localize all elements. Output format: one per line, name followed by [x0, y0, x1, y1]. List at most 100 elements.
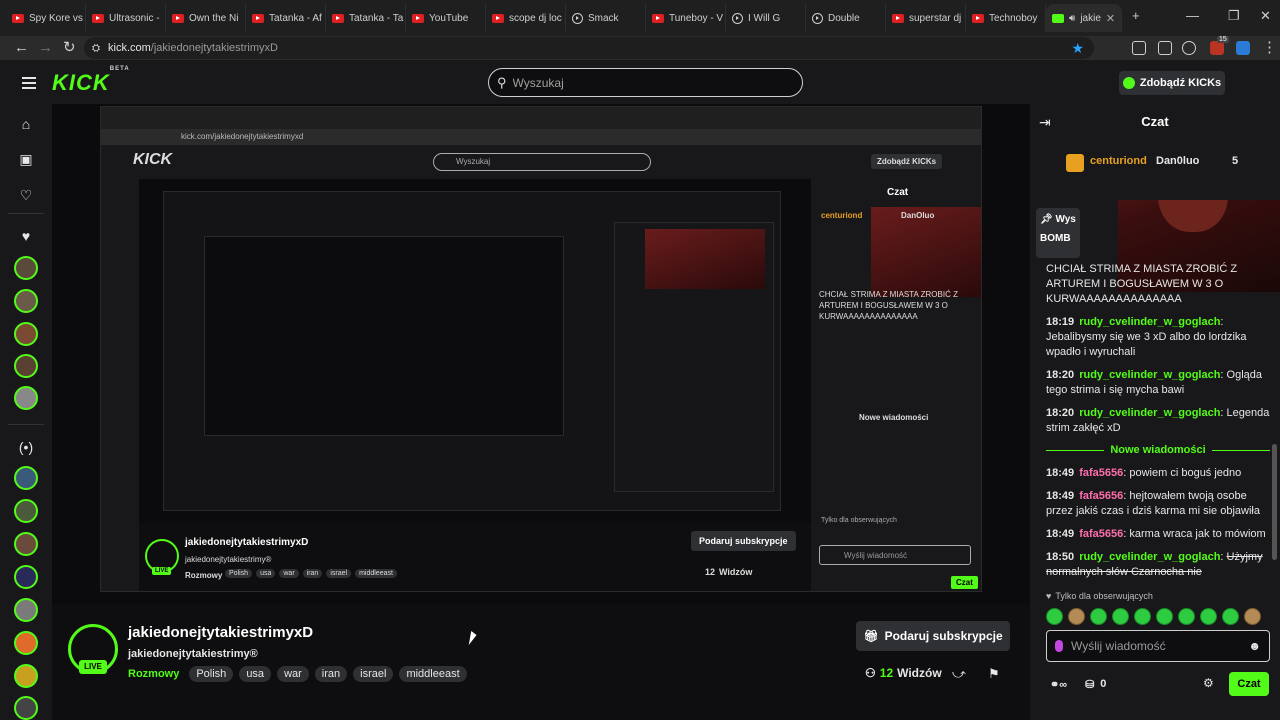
channel-name[interactable]: jakiedonejtytakiestrimyxD [128, 624, 313, 641]
profile-icon[interactable] [1236, 41, 1250, 55]
category-link[interactable]: Rozmowy [128, 668, 179, 680]
share-icon[interactable]: ⤻ [952, 666, 966, 682]
followed-channel-avatar[interactable] [14, 322, 38, 346]
browser-tab[interactable]: Tatanka - Af [246, 4, 326, 32]
new-messages-divider[interactable]: Nowe wiadomości [1046, 444, 1271, 456]
browser-tab[interactable]: Tuneboy - V [646, 4, 726, 32]
chat-input-box[interactable]: ☻ [1046, 630, 1270, 662]
recommended-channel-avatar[interactable] [14, 598, 38, 622]
browser-tab[interactable]: scope dj loc [486, 4, 566, 32]
recommended-channel-avatar[interactable] [14, 532, 38, 556]
browser-tab[interactable]: YouTube [406, 4, 486, 32]
forward-icon[interactable]: → [38, 39, 53, 57]
browser-tab[interactable]: Spy Kore vs [6, 4, 86, 32]
browser-tab[interactable]: I Will G [726, 4, 806, 32]
gift-subscription-label: Podaruj subskrypcje [884, 629, 1003, 643]
gamepad-icon[interactable] [1182, 41, 1196, 55]
hamburger-menu-icon[interactable] [22, 77, 36, 92]
browser-tab-label: superstar dj [909, 12, 962, 24]
followed-channel-avatar[interactable] [14, 386, 38, 410]
browser-tab-active[interactable]: 🔊︎ jakie ✕ [1046, 4, 1122, 32]
message-username[interactable]: rudy_cvelinder_w_goglach [1079, 551, 1220, 563]
gift-subscription-button[interactable]: 🎁︎ Podaruj subskrypcje [856, 621, 1010, 651]
message-username[interactable]: fafa5656 [1079, 467, 1123, 479]
message-username[interactable]: rudy_cvelinder_w_goglach [1079, 369, 1220, 381]
search-bar[interactable]: ⚲ [488, 68, 803, 97]
followed-channel-avatar[interactable] [14, 354, 38, 378]
recommended-channel-avatar[interactable] [14, 631, 38, 655]
send-chat-button[interactable]: Czat [1229, 672, 1269, 696]
recommended-channel-avatar[interactable] [14, 499, 38, 523]
pinned-message[interactable]: 📌︎ Wys BOMB [1036, 208, 1080, 258]
browser-tab[interactable]: Ultrasonic - [86, 4, 166, 32]
new-tab-button[interactable]: + [1132, 8, 1140, 23]
reload-icon[interactable]: ↻ [63, 39, 76, 57]
minimize-window-button[interactable]: — [1186, 8, 1199, 23]
followed-channel-avatar[interactable] [14, 256, 38, 280]
search-input[interactable] [512, 75, 773, 90]
browser-tab[interactable]: superstar dj [886, 4, 966, 32]
browser-tab[interactable]: Technoboy [966, 4, 1046, 32]
top-gifter-2[interactable]: Dan0luo [1156, 155, 1199, 167]
chat-scrollbar[interactable] [1272, 444, 1277, 560]
browser-tab[interactable]: Smack [566, 4, 646, 32]
browser-menu-icon[interactable]: ⋮ [1262, 39, 1277, 57]
recommended-channel-avatar[interactable] [14, 565, 38, 589]
audio-playing-icon[interactable]: 🔊︎ [1069, 13, 1075, 24]
emote[interactable] [1046, 608, 1063, 625]
message-username[interactable]: fafa5656 [1079, 490, 1123, 502]
bookmark-star-icon[interactable]: ★ [1071, 40, 1084, 57]
emote[interactable] [1222, 608, 1239, 625]
kick-logo[interactable]: KICKBETA [52, 66, 130, 96]
emote[interactable] [1244, 608, 1261, 625]
report-user-icon[interactable]: ⚑ [988, 666, 1000, 682]
chat-settings-icon[interactable]: ⚙ [1203, 676, 1214, 690]
message-username[interactable]: rudy_cvelinder_w_goglach [1079, 407, 1220, 419]
video-player[interactable]: kick.com/jakiedonejtytakiestrimyxd KICK … [52, 104, 1030, 604]
emoji-picker-icon[interactable]: ☻ [1248, 639, 1261, 653]
extension-icon[interactable] [1132, 41, 1146, 55]
emote[interactable] [1090, 608, 1107, 625]
tag-pill[interactable]: middleeast [399, 666, 467, 682]
restore-window-button[interactable]: ❐ [1228, 8, 1240, 24]
nested-inner-frame [163, 191, 781, 511]
tag-pill[interactable]: Polish [189, 666, 234, 682]
emote[interactable] [1200, 608, 1217, 625]
emote[interactable] [1134, 608, 1151, 625]
chat-message-input[interactable] [1071, 639, 1241, 653]
get-kicks-button[interactable]: Zdobądź KICKs [1119, 71, 1225, 95]
tag-pill[interactable]: iran [314, 666, 348, 682]
extensions-puzzle-icon[interactable] [1158, 41, 1172, 55]
emote[interactable] [1156, 608, 1173, 625]
home-icon[interactable]: ⌂ [18, 116, 34, 132]
browser-tab[interactable]: Tatanka - Ta [326, 4, 406, 32]
url-field[interactable]: ⛭ kick.com/jakiedonejtytakiestrimyxD ★ [84, 37, 1094, 59]
ublock-icon[interactable] [1210, 41, 1224, 55]
following-heart-icon[interactable]: ♡ [18, 187, 34, 203]
close-window-button[interactable]: ✕ [1260, 8, 1271, 24]
site-info-icon[interactable]: ⛭ [92, 43, 100, 54]
recommended-channel-avatar[interactable] [14, 664, 38, 688]
emote[interactable] [1068, 608, 1085, 625]
recommended-channel-avatar[interactable] [14, 466, 38, 490]
get-kicks-label: Zdobądź KICKs [1139, 77, 1222, 89]
gift-box-icon[interactable]: ⛁ [1085, 678, 1094, 691]
emote[interactable] [1178, 608, 1195, 625]
tag-pill[interactable]: usa [239, 666, 272, 682]
top-gifter-1[interactable]: centuriond [1090, 155, 1147, 167]
tag-pill[interactable]: israel [353, 666, 394, 682]
message-username[interactable]: rudy_cvelinder_w_goglach [1079, 316, 1220, 328]
mic-icon[interactable] [1055, 640, 1063, 652]
recommended-channel-avatar[interactable] [14, 696, 38, 720]
followed-channel-avatar[interactable] [14, 289, 38, 313]
browser-tab-label: Double [828, 12, 860, 24]
channel-points-icon[interactable]: ⚭∞ [1050, 678, 1067, 691]
tag-pill[interactable]: war [277, 666, 309, 682]
emote[interactable] [1112, 608, 1129, 625]
message-username[interactable]: fafa5656 [1079, 528, 1123, 540]
close-tab-icon[interactable]: ✕ [1106, 12, 1115, 25]
browse-icon[interactable]: ▣ [18, 151, 34, 167]
browser-tab[interactable]: Double [806, 4, 886, 32]
browser-tab[interactable]: Own the Ni [166, 4, 246, 32]
back-icon[interactable]: ← [14, 39, 29, 57]
